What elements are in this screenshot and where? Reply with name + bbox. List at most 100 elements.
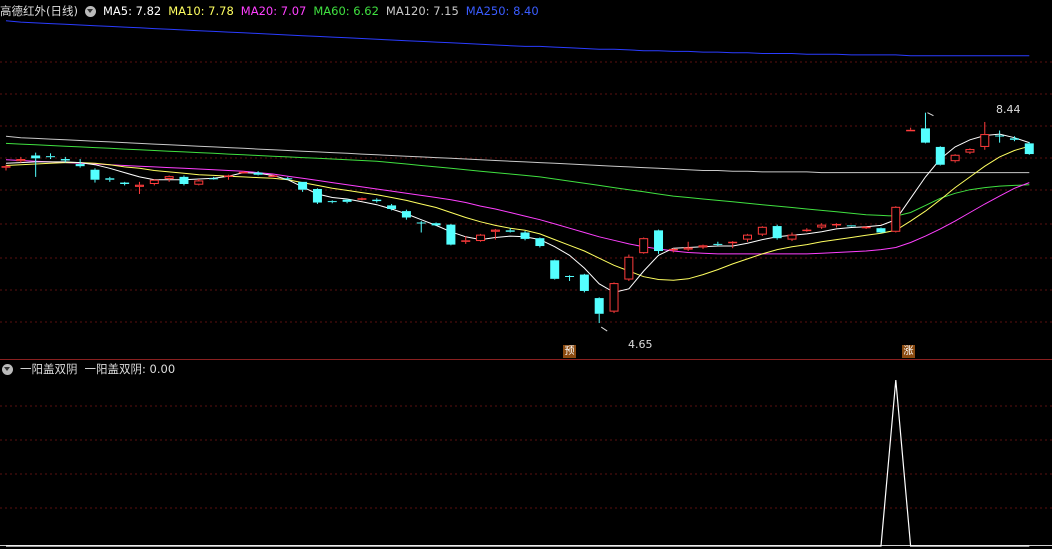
candle-body-up [668, 248, 678, 251]
moving-average-lines [5, 20, 1030, 293]
candle [817, 223, 827, 229]
candle-body-down [327, 201, 337, 203]
indicator-panel [6, 379, 1030, 547]
candle [668, 248, 678, 253]
candle [283, 176, 293, 180]
candle [831, 223, 841, 228]
candle [164, 175, 174, 182]
candle [31, 152, 41, 177]
candle-body-down [772, 226, 782, 239]
candle-body-up [817, 224, 827, 228]
ma10-label: MA10: 7.78 [168, 4, 234, 18]
main-chart-header: 高德红外(日线) MA5: 7.82 MA10: 7.78 MA20: 7.07… [0, 1, 546, 21]
candle-body-up [757, 226, 767, 235]
candle [698, 244, 708, 249]
candle [802, 228, 812, 232]
candle-body-down [298, 181, 308, 190]
candle-body-up [861, 226, 871, 229]
candle-body-down [372, 199, 382, 202]
candle [209, 176, 219, 180]
candle-body-down [520, 232, 530, 239]
stock-chart[interactable] [0, 0, 1052, 549]
candle-body-down [60, 159, 70, 161]
candle [906, 127, 916, 132]
candle-body-down [446, 224, 456, 245]
ma5-label: MA5: 7.82 [102, 4, 162, 18]
candle-body-up [683, 247, 693, 250]
candle-body-up [194, 180, 204, 185]
candle-body-down [105, 178, 115, 180]
ma250-label: MA250: 8.40 [465, 4, 539, 18]
candle-body-up [1, 166, 11, 168]
candle [743, 233, 752, 242]
high-marker [927, 112, 934, 117]
candle [876, 227, 886, 234]
candle-body-down [920, 128, 930, 143]
candle-body-up [238, 171, 248, 174]
signal-badge-yu: 预 [563, 345, 576, 358]
candle [609, 282, 619, 314]
candle [223, 174, 233, 180]
candle [312, 188, 322, 204]
candle-body-up [268, 175, 278, 177]
ma250-line [5, 20, 1030, 57]
candle-body-down [654, 230, 664, 252]
candle [713, 241, 723, 247]
candle-body-down [935, 146, 945, 165]
signal-line [6, 379, 1030, 547]
candle-body-down [505, 230, 515, 232]
candle [372, 198, 382, 203]
candle [594, 297, 604, 324]
candle [565, 275, 575, 281]
candle-body-down [312, 188, 322, 203]
candle-body-up [891, 206, 901, 232]
collapse-toggle-icon[interactable] [2, 363, 13, 375]
candle [965, 148, 975, 155]
candle [728, 241, 738, 249]
candle-body-up [357, 198, 367, 200]
indicator-title: 一阳盖双阴 [20, 362, 78, 376]
candle-body-up [16, 159, 26, 162]
candle-body-down [209, 178, 219, 180]
candle-body-down [550, 260, 560, 279]
candlesticks [1, 112, 1034, 332]
candle-body-up [787, 234, 797, 240]
candle [401, 209, 411, 220]
candle [357, 197, 367, 201]
collapse-toggle-icon[interactable] [84, 5, 96, 17]
candle [149, 179, 159, 186]
candle [624, 254, 634, 281]
candle-body-up [743, 234, 752, 240]
candle-body-up [965, 149, 975, 153]
candle-body-down [31, 155, 41, 159]
candle [90, 168, 100, 183]
candle-body-up [831, 223, 841, 226]
candle-body-down [387, 205, 397, 209]
candle [639, 237, 649, 254]
ma120-label: MA120: 7.15 [385, 4, 459, 18]
candle [579, 273, 589, 293]
candle [134, 181, 144, 194]
signal-badge-zhang: 涨 [902, 345, 915, 358]
candle [846, 225, 856, 227]
candle-body-down [565, 275, 575, 277]
candle [535, 237, 545, 248]
candle-body-down [535, 238, 545, 247]
candle-body-down [45, 156, 55, 158]
candle-body-down [90, 169, 100, 180]
candle [446, 223, 456, 246]
indicator-header: 一阳盖双阴 一阳盖双阴: 0.00 [0, 359, 182, 379]
candle-body-up [476, 234, 486, 242]
candle-body-down [75, 164, 85, 167]
candle-body-up [461, 240, 471, 242]
candle-body-down [342, 199, 352, 202]
high-price-label: 8.44 [996, 103, 1021, 116]
candle-body-down [594, 298, 604, 314]
candle [772, 224, 782, 240]
candle-body-down [179, 176, 189, 184]
candle-body-up [149, 179, 159, 185]
ma20-label: MA20: 7.07 [240, 4, 307, 18]
candle-body-up [490, 229, 500, 232]
candle [787, 232, 797, 242]
candle-body-up [698, 245, 708, 248]
